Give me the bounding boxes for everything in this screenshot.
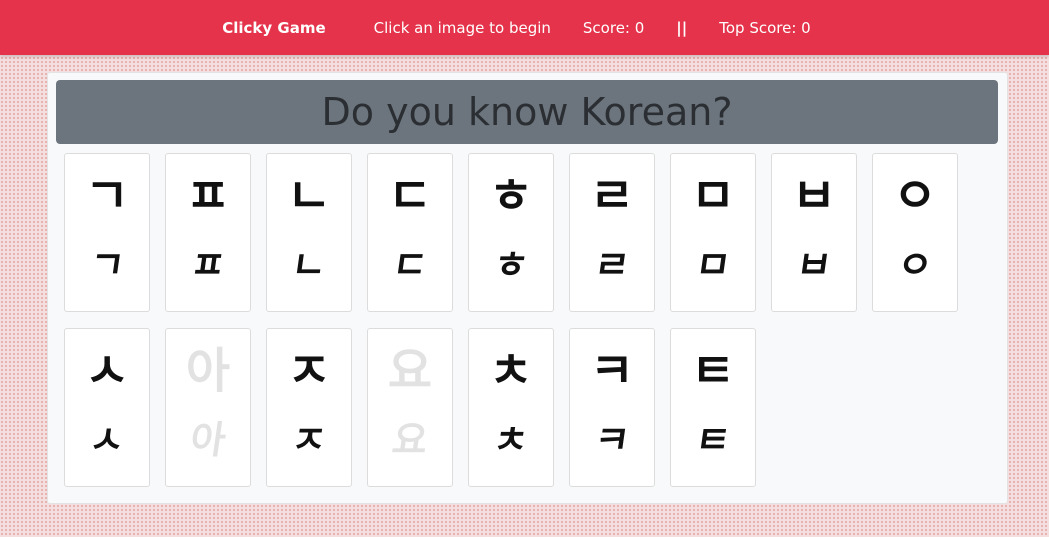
card-glyph-brush: ㄷ: [389, 242, 431, 287]
image-card[interactable]: ㅋㅋ: [569, 328, 655, 487]
image-card[interactable]: ㄹㄹ: [569, 153, 655, 312]
card-glyph-large: ㄹ: [589, 168, 635, 224]
image-card[interactable]: ㄱㄱ: [64, 153, 150, 312]
brand-link[interactable]: Clicky Game: [222, 19, 325, 37]
navbar: Clicky Game Click an image to begin Scor…: [0, 0, 1049, 55]
card-glyph-large: 아: [185, 343, 231, 399]
game-instruction: Click an image to begin: [373, 18, 551, 37]
score-separator: ||: [676, 18, 688, 37]
card-glyph-brush: ㄴ: [288, 242, 330, 287]
image-card[interactable]: ㅇㅇ: [872, 153, 958, 312]
image-card[interactable]: ㅁㅁ: [670, 153, 756, 312]
card-glyph-large: ㅎ: [488, 168, 534, 224]
card-glyph-large: ㅇ: [892, 168, 938, 224]
image-card[interactable]: ㄷㄷ: [367, 153, 453, 312]
card-glyph-large: ㄴ: [286, 168, 332, 224]
image-card[interactable]: 아아: [165, 328, 251, 487]
card-glyph-brush: ㅊ: [490, 417, 532, 462]
image-card[interactable]: ㅂㅂ: [771, 153, 857, 312]
card-glyph-large: ㅊ: [488, 343, 534, 399]
card-glyph-brush: ㅂ: [793, 242, 835, 287]
card-glyph-brush: ㅈ: [288, 417, 330, 462]
image-card[interactable]: ㅊㅊ: [468, 328, 554, 487]
title-banner: Do you know Korean?: [56, 80, 998, 144]
card-glyph-large: ㄱ: [84, 168, 130, 224]
card-glyph-large: ㅅ: [84, 343, 130, 399]
card-glyph-brush: ㅅ: [86, 417, 128, 462]
card-glyph-large: ㄷ: [387, 168, 433, 224]
card-glyph-large: ㅌ: [690, 343, 736, 399]
card-glyph-brush: ㅋ: [591, 417, 633, 462]
image-card[interactable]: ㅎㅎ: [468, 153, 554, 312]
image-card[interactable]: ㅈㅈ: [266, 328, 352, 487]
card-glyph-brush: ㅇ: [894, 242, 936, 287]
card-glyph-brush: ㄹ: [591, 242, 633, 287]
card-glyph-large: 요: [387, 343, 433, 399]
card-glyph-large: ㅍ: [185, 168, 231, 224]
card-glyph-brush: 요: [389, 417, 431, 462]
card-glyph-brush: ㅎ: [490, 242, 532, 287]
card-glyph-large: ㅈ: [286, 343, 332, 399]
game-panel: Do you know Korean? ㄱㄱㅍㅍㄴㄴㄷㄷㅎㅎㄹㄹㅁㅁㅂㅂㅇㅇㅅㅅ…: [47, 72, 1008, 504]
score-display: Score: 0: [582, 18, 645, 37]
page-title: Do you know Korean?: [321, 90, 733, 134]
image-card[interactable]: ㅅㅅ: [64, 328, 150, 487]
image-card[interactable]: ㅌㅌ: [670, 328, 756, 487]
card-glyph-brush: ㅌ: [692, 417, 734, 462]
card-glyph-brush: ㅁ: [692, 242, 734, 287]
card-glyph-large: ㅂ: [791, 168, 837, 224]
image-card[interactable]: 요요: [367, 328, 453, 487]
image-card[interactable]: ㄴㄴ: [266, 153, 352, 312]
card-glyph-brush: ㅍ: [187, 242, 229, 287]
image-card[interactable]: ㅍㅍ: [165, 153, 251, 312]
top-score-display: Top Score: 0: [719, 18, 811, 37]
card-glyph-large: ㅁ: [690, 168, 736, 224]
card-glyph-brush: ㄱ: [86, 242, 128, 287]
card-glyph-large: ㅋ: [589, 343, 635, 399]
card-glyph-brush: 아: [187, 417, 229, 462]
